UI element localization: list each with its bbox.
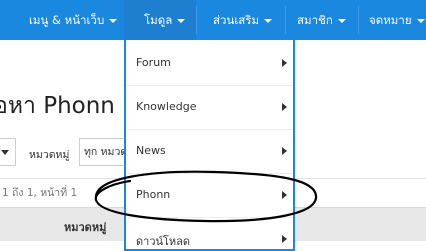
chevron-down-icon [337,18,346,23]
nav-extensions[interactable]: ส่วนเสริม [213,0,273,40]
items-per-page-select[interactable] [0,138,16,166]
dropdown-item-news[interactable]: News [126,129,293,173]
dropdown-item-label: ดาวน์โหลด [136,235,191,248]
chevron-right-icon [282,235,287,243]
modules-dropdown-menu: Forum Knowledge News Phonn ดาวน์โหลด [124,40,295,251]
dropdown-item-downloads[interactable]: ดาวน์โหลด [126,217,293,251]
nav-menu-pages-label: เมนู & หน้าเว็บ [29,13,105,27]
chevron-right-icon [282,147,287,155]
chevron-right-icon [282,59,287,67]
nav-extensions-label: ส่วนเสริม [213,13,260,27]
chevron-right-icon [282,191,287,199]
dropdown-item-phonn[interactable]: Phonn [126,173,293,217]
nav-menu-pages[interactable]: เมนู & หน้าเว็บ [29,0,118,40]
chevron-down-icon [416,18,425,23]
column-header-category[interactable]: หมวดหมู่ [64,218,106,236]
top-navbar: เมนู & หน้าเว็บ โมดูล ส่วนเสริม สมาชิก จ… [0,0,426,40]
dropdown-item-label: News [136,144,166,157]
nav-separator [196,6,197,34]
nav-separator [358,6,359,34]
dropdown-item-label: Knowledge [136,100,197,113]
dropdown-item-label: Forum [136,56,171,69]
chevron-down-icon [109,18,118,23]
chevron-down-icon [177,18,186,23]
nav-separator [285,6,286,34]
dropdown-item-knowledge[interactable]: Knowledge [126,85,293,129]
category-filter-label: หมวดหมู่ [29,149,70,161]
dropdown-item-label: Phonn [136,188,171,201]
chevron-down-icon [1,150,9,155]
nav-mail-label: จดหมาย [369,13,412,27]
nav-members-label: สมาชิก [297,13,333,27]
category-filter-select[interactable]: ทุก หมวดห [79,138,129,166]
nav-mail[interactable]: จดหมาย [369,0,425,40]
pagination-info: 1 ถึง 1, หน้าที่ 1 [2,187,78,199]
nav-modules-label: โมดูล [144,13,173,27]
dropdown-item-forum[interactable]: Forum [126,41,293,85]
chevron-right-icon [282,103,287,111]
nav-modules[interactable]: โมดูล [124,0,196,40]
nav-members[interactable]: สมาชิก [297,0,346,40]
page-title: ้อหา Phonn [0,93,115,119]
chevron-down-icon [264,18,273,23]
